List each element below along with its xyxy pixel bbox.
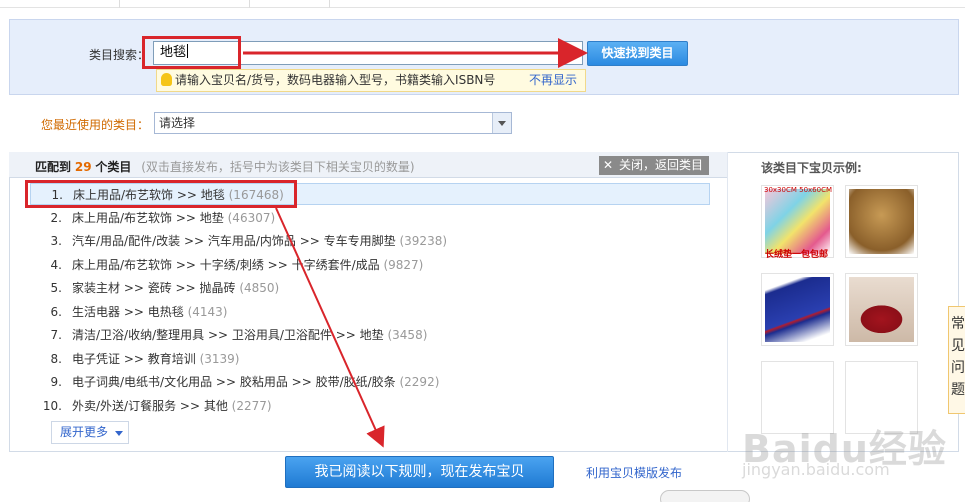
result-row[interactable]: 5. 家装主材 >> 瓷砖 >> 抛晶砖 (4850) [30,277,710,299]
row-path: 外卖/外送/订餐服务 >> 其他 [72,399,228,413]
close-results-button[interactable]: ✕ 关闭，返回类目 [599,156,709,175]
row-number: 5. [50,281,62,295]
help-side-tab[interactable]: 常见问题 [948,306,965,414]
annotation-box-result [25,180,297,208]
row-number: 6. [50,305,62,319]
lightbulb-icon [161,73,172,86]
bottom-toggle[interactable] [660,490,750,502]
panel-divider [727,152,728,452]
row-count: (3458) [387,328,428,342]
example-image [849,277,914,342]
match-summary: 匹配到 29 个类目 (双击直接发布，括号中为该类目下相关宝贝的数量) [35,158,415,175]
row-count: (2277) [231,399,272,413]
clear-search-icon[interactable]: ✕ [562,44,576,60]
result-row[interactable]: 7. 清洁/卫浴/收纳/整理用具 >> 卫浴用具/卫浴配件 >> 地垫 (3458… [30,324,710,346]
close-icon: ✕ [603,158,614,172]
row-count: (9827) [383,258,424,272]
row-path: 床上用品/布艺软饰 >> 地垫 [72,211,224,225]
annotation-box-search [142,36,241,69]
row-number: 8. [50,352,62,366]
example-thumbnail[interactable] [845,185,918,258]
find-category-button[interactable]: 快速找到类目 [587,41,688,66]
examples-title: 该类目下宝贝示例: [761,161,862,175]
row-path: 床上用品/布艺软饰 >> 十字绣/刺绣 >> 十字绣套件/成品 [72,258,380,272]
row-count: (46307) [227,211,276,225]
row-number: 10. [42,399,62,413]
example-thumbnail[interactable] [761,273,834,346]
thumb-caption-top: 30x30CM 50x60CM [764,186,832,194]
recent-category-select[interactable]: 请选择 [154,112,512,134]
example-image [765,189,830,254]
example-thumbnail[interactable] [845,273,918,346]
search-tip-text: 请输入宝贝名/货号，数码电器输入型号，书籍类输入ISBN号 [175,73,496,87]
example-image [765,277,830,342]
row-number: 4. [50,258,62,272]
row-count: (4143) [187,305,228,319]
watermark-url: jingyan.baidu.com [742,460,890,479]
top-tab-strip [0,0,965,8]
row-number: 3. [50,234,62,248]
result-row[interactable]: 6. 生活电器 >> 电热毯 (4143) [30,301,710,323]
example-image [849,189,914,254]
match-count-suffix: 个类目 [95,160,132,174]
close-results-label: 关闭，返回类目 [619,158,704,172]
match-hint: (双击直接发布，括号中为该类目下相关宝贝的数量) [141,160,415,174]
top-tab[interactable] [120,0,250,8]
row-count: (2292) [399,375,440,389]
row-count: (3139) [199,352,240,366]
recent-category-label: 您最近使用的类目： [41,118,150,132]
expand-more-button[interactable]: 展开更多 [51,421,129,444]
row-count: (4850) [239,281,280,295]
search-label: 类目搜索： [89,48,150,62]
chevron-down-icon[interactable] [492,113,511,133]
row-path: 电子词典/电纸书/文化用品 >> 胶粘用品 >> 胶带/胶纸/胶条 [72,375,396,389]
result-row[interactable]: 4. 床上用品/布艺软饰 >> 十字绣/刺绣 >> 十字绣套件/成品 (9827) [30,254,710,276]
result-row[interactable]: 8. 电子凭证 >> 教育培训 (3139) [30,348,710,370]
row-number: 2. [50,211,62,225]
search-tip: 请输入宝贝名/货号，数码电器输入型号，书籍类输入ISBN号 不再显示 [156,69,586,92]
thumb-caption-bottom: 长绒垫一包包邮 [765,250,829,260]
result-row[interactable]: 9. 电子词典/电纸书/文化用品 >> 胶粘用品 >> 胶带/胶纸/胶条 (229… [30,371,710,393]
row-path: 汽车/用品/配件/改装 >> 汽车用品/内饰品 >> 专车专用脚垫 [72,234,396,248]
row-count: (39238) [399,234,448,248]
recent-category-value: 请选择 [159,116,196,130]
row-path: 清洁/卫浴/收纳/整理用具 >> 卫浴用具/卫浴配件 >> 地垫 [72,328,384,342]
result-row[interactable]: 10. 外卖/外送/订餐服务 >> 其他 (2277) [30,395,710,417]
row-number: 7. [50,328,62,342]
publish-button[interactable]: 我已阅读以下规则，现在发布宝贝 [285,456,554,488]
row-path: 电子凭证 >> 教育培训 [72,352,196,366]
hide-tip-link[interactable]: 不再显示 [529,70,577,91]
top-tab[interactable] [0,0,120,8]
match-prefix: 匹配到 [35,160,72,174]
top-tab[interactable] [250,0,330,8]
match-count: 29 [74,160,92,174]
example-thumbnail[interactable]: 30x30CM 50x60CM 长绒垫一包包邮 [761,185,834,260]
template-publish-link[interactable]: 利用宝贝模版发布 [586,464,682,481]
row-path: 生活电器 >> 电热毯 [72,305,184,319]
result-row[interactable]: 3. 汽车/用品/配件/改装 >> 汽车用品/内饰品 >> 专车专用脚垫 (392… [30,230,710,252]
row-path: 家装主材 >> 瓷砖 >> 抛晶砖 [72,281,236,295]
row-number: 9. [50,375,62,389]
result-row[interactable]: 2. 床上用品/布艺软饰 >> 地垫 (46307) [30,207,710,229]
